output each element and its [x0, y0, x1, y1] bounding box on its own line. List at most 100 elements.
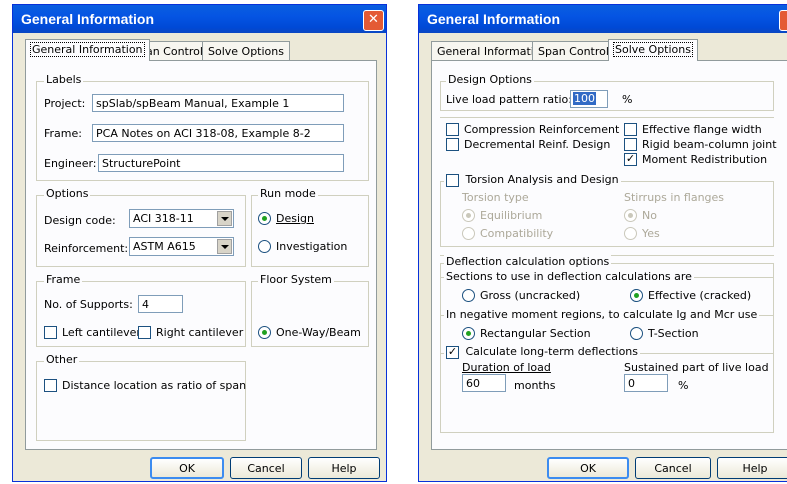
t-section-radio[interactable] [630, 327, 643, 340]
compatibility-radio[interactable] [462, 227, 475, 240]
decremental-reinf-checkbox[interactable] [446, 138, 459, 151]
other-group [36, 361, 246, 441]
right-cantilever-label[interactable]: Right cantilever [156, 326, 243, 339]
sections-label: Sections to use in deflection calculatio… [444, 270, 694, 283]
design-options-group-title: Design Options [446, 73, 534, 86]
deflection-group-title: Deflection calculation options [444, 255, 612, 268]
torsion-group-title-wrap: Torsion Analysis and Design [444, 173, 621, 187]
duration-field[interactable]: 60 [462, 374, 506, 392]
long-term-label[interactable]: Calculate long-term deflections [466, 345, 639, 358]
ok-button[interactable]: OK [547, 457, 629, 479]
long-term-checkbox[interactable]: ✓ [446, 345, 459, 359]
supports-label: No. of Supports: [44, 298, 133, 311]
tab-span-control[interactable]: Span Control [532, 41, 615, 61]
options-group-title: Options [44, 187, 91, 200]
long-term-wrap: ✓ Calculate long-term deflections [444, 345, 640, 359]
close-icon[interactable]: ✕ [363, 10, 384, 31]
equilibrium-radio[interactable] [462, 209, 475, 222]
sustained-field[interactable]: 0 [624, 374, 668, 392]
chevron-down-icon[interactable] [217, 211, 232, 226]
stirrups-yes-label[interactable]: Yes [642, 227, 660, 240]
gross-label[interactable]: Gross (uncracked) [480, 289, 580, 302]
design-code-select[interactable]: ACI 318-11 [129, 209, 234, 228]
sustained-label: Sustained part of live load [624, 361, 769, 374]
right-cantilever-checkbox[interactable] [138, 326, 151, 339]
rectangular-radio[interactable] [462, 327, 475, 340]
torsion-checkbox[interactable] [446, 173, 459, 187]
compatibility-label[interactable]: Compatibility [480, 227, 553, 240]
sustained-unit: % [678, 379, 689, 392]
effective-flange-checkbox[interactable] [624, 123, 637, 136]
tab-panel: Design Options Live load pattern ratio: … [431, 60, 787, 450]
months-label: months [514, 379, 556, 392]
frame-label: Frame: [44, 127, 82, 140]
stirrups-flanges-label: Stirrups in flanges [624, 191, 725, 204]
run-mode-design-label[interactable]: Design [276, 212, 314, 225]
gross-radio[interactable] [462, 289, 475, 302]
help-button[interactable]: Help [308, 457, 380, 479]
moment-redistribution-label[interactable]: Moment Redistribution [642, 153, 767, 166]
close-icon[interactable] [779, 10, 787, 31]
tab-panel: Labels Project: spSlab/spBeam Manual, Ex… [25, 60, 377, 450]
tab-solve-options[interactable]: Solve Options [202, 41, 290, 61]
floor-system-group-title: Floor System [258, 273, 334, 286]
rigid-joint-label[interactable]: Rigid beam-column joint [642, 138, 777, 151]
right-dialog-title: General Information [427, 11, 561, 27]
chevron-down-icon[interactable] [217, 239, 232, 254]
run-mode-investigation-radio[interactable] [258, 240, 271, 253]
reinforcement-select[interactable]: ASTM A615 [129, 237, 234, 256]
t-section-label[interactable]: T-Section [648, 327, 699, 340]
project-label: Project: [44, 97, 86, 110]
neg-moment-label: In negative moment regions, to calculate… [444, 308, 760, 321]
compression-reinf-checkbox[interactable] [446, 123, 459, 136]
project-field[interactable]: spSlab/spBeam Manual, Example 1 [92, 94, 344, 112]
live-load-label: Live load pattern ratio: [446, 93, 572, 106]
rigid-joint-checkbox[interactable] [624, 138, 637, 151]
left-dialog-title: General Information [21, 11, 155, 27]
torsion-type-label: Torsion type [462, 191, 529, 204]
effective-label[interactable]: Effective (cracked) [648, 289, 751, 302]
divider [440, 117, 774, 118]
left-dialog: General Information ✕ General Informatio… [12, 4, 387, 482]
engineer-field[interactable]: StructurePoint [98, 154, 344, 172]
left-cantilever-label[interactable]: Left cantilever [62, 326, 141, 339]
stirrups-no-label[interactable]: No [642, 209, 657, 222]
right-dialog-titlebar[interactable]: General Information [419, 5, 787, 33]
floor-one-way-label[interactable]: One-Way/Beam [276, 326, 361, 339]
run-mode-group [251, 195, 369, 267]
supports-field[interactable]: 4 [138, 295, 183, 313]
run-mode-investigation-label[interactable]: Investigation [276, 240, 347, 253]
left-dialog-titlebar[interactable]: General Information [13, 5, 386, 33]
stirrups-no-radio[interactable] [624, 209, 637, 222]
moment-redistribution-checkbox[interactable]: ✓ [624, 153, 637, 166]
run-mode-design-radio[interactable] [258, 212, 271, 225]
design-code-label: Design code: [44, 214, 116, 227]
help-button[interactable]: Help [717, 457, 787, 479]
run-mode-group-title: Run mode [258, 187, 318, 200]
cancel-button[interactable]: Cancel [635, 457, 711, 479]
engineer-label: Engineer: [44, 157, 97, 170]
tab-solve-options[interactable]: Solve Options [608, 39, 698, 61]
reinforcement-label: Reinforcement: [44, 242, 129, 255]
rectangular-label[interactable]: Rectangular Section [480, 327, 591, 340]
torsion-label[interactable]: Torsion Analysis and Design [466, 173, 619, 186]
right-dialog: General Information General Information … [418, 4, 787, 482]
cancel-button[interactable]: Cancel [230, 457, 302, 479]
ok-button[interactable]: OK [150, 457, 224, 479]
stirrups-yes-radio[interactable] [624, 227, 637, 240]
effective-radio[interactable] [630, 289, 643, 302]
frame-field[interactable]: PCA Notes on ACI 318-08, Example 8-2 [92, 124, 344, 142]
left-cantilever-checkbox[interactable] [44, 326, 57, 339]
live-load-field[interactable]: 100 [570, 90, 608, 108]
duration-label: Duration of load [462, 361, 551, 374]
floor-one-way-radio[interactable] [258, 326, 271, 339]
labels-group-title: Labels [44, 73, 84, 86]
distance-ratio-label[interactable]: Distance location as ratio of span [62, 379, 246, 392]
live-load-unit: % [622, 93, 633, 106]
tab-general-information[interactable]: General Information [25, 39, 150, 61]
equilibrium-label[interactable]: Equilibrium [480, 209, 542, 222]
compression-reinf-label[interactable]: Compression Reinforcement [464, 123, 619, 136]
decremental-reinf-label[interactable]: Decremental Reinf. Design [464, 138, 610, 151]
distance-ratio-checkbox[interactable] [44, 379, 57, 392]
effective-flange-label[interactable]: Effective flange width [642, 123, 762, 136]
